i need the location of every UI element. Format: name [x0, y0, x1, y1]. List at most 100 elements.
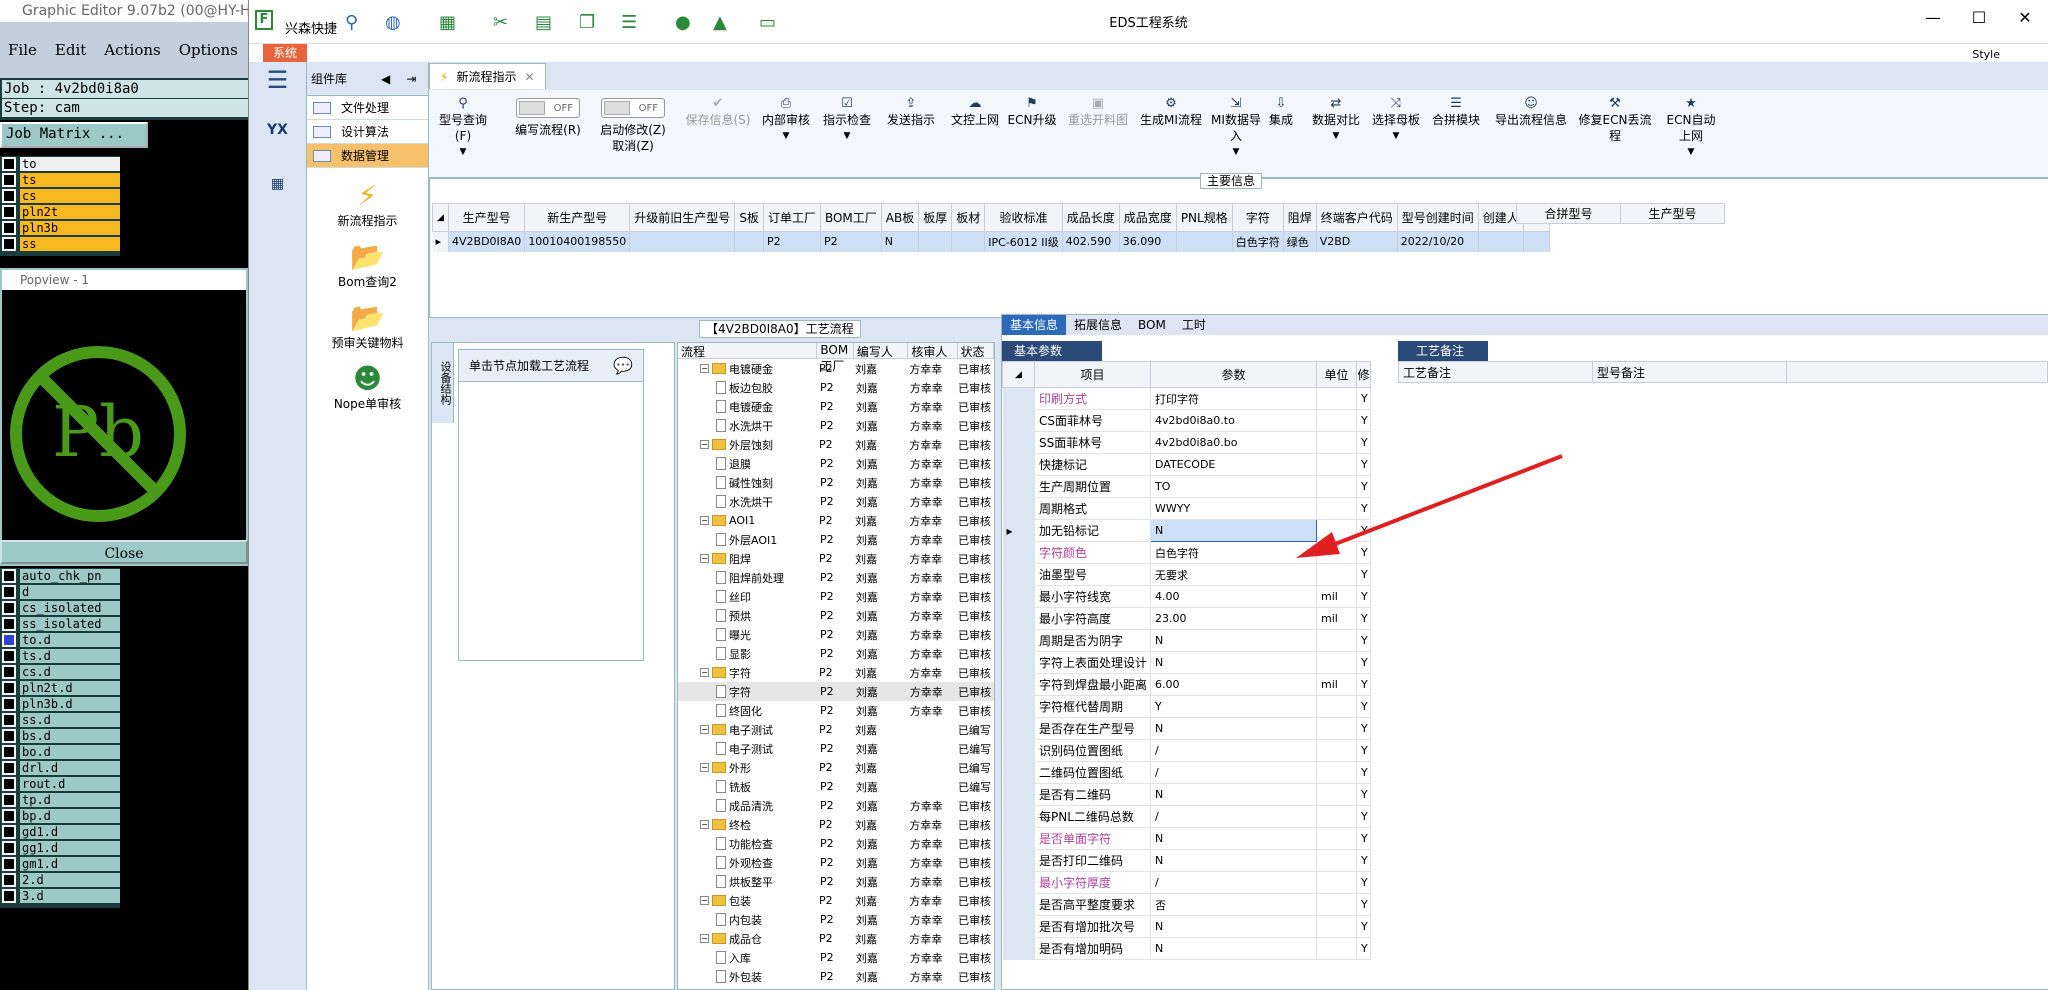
- column-header[interactable]: 字符: [1231, 203, 1284, 232]
- tree-row[interactable]: 阻焊前处理 P2 刘嘉 方幸幸 已审核: [678, 568, 994, 587]
- param-value[interactable]: N: [1150, 827, 1317, 850]
- column-header[interactable]: 项目: [1034, 361, 1151, 388]
- tree-row[interactable]: 字符 P2 刘嘉 方幸幸 已审核: [678, 682, 994, 701]
- tree-row[interactable]: 外包装 P2 刘嘉 方幸幸 已审核: [678, 967, 994, 986]
- param-value[interactable]: N: [1150, 915, 1317, 938]
- tree-node[interactable]: 显影: [678, 646, 820, 662]
- tree-node[interactable]: − 外层蚀刻: [678, 437, 819, 453]
- column-header[interactable]: 生产型号: [447, 203, 526, 232]
- table-row[interactable]: ▸ 4V2BD0I8A0 10010400198550 P2 P2 N IPC-6012 I…: [432, 231, 1550, 252]
- param-value[interactable]: 4.00: [1150, 585, 1317, 608]
- table-cell[interactable]: [1176, 231, 1233, 252]
- table-row[interactable]: 生产周期位置 TO Y: [1002, 475, 1371, 498]
- collapse-icon[interactable]: −: [700, 725, 709, 734]
- layer-checkbox[interactable]: [2, 777, 16, 791]
- tree-node[interactable]: 外观检查: [678, 855, 820, 871]
- table-row[interactable]: 最小字符厚度 / Y: [1002, 871, 1371, 894]
- collapse-icon[interactable]: −: [700, 516, 709, 525]
- layer-row[interactable]: cs: [0, 188, 120, 204]
- param-value[interactable]: /: [1150, 871, 1317, 894]
- table-row[interactable]: 是否有增加明码 N Y: [1002, 937, 1371, 960]
- component-tool[interactable]: ⚡ 新流程指示: [307, 180, 428, 229]
- chevron-down-icon[interactable]: ▼: [433, 144, 493, 160]
- column-header[interactable]: 板厚: [918, 203, 953, 232]
- tree-row[interactable]: − 外形 P2 刘嘉 已编写: [678, 758, 994, 777]
- tree-node[interactable]: 退膜: [678, 456, 820, 472]
- toolbar-checklist-button[interactable]: ☑ 指示检查 ▼: [819, 96, 875, 144]
- maximize-button[interactable]: ☐: [1964, 8, 1994, 27]
- flow-list-item[interactable]: 单击节点加载工艺流程 💬: [459, 350, 643, 382]
- table-row[interactable]: 二维码位置图纸 / Y: [1002, 761, 1371, 784]
- component-item[interactable]: 文件处理: [307, 96, 428, 120]
- column-header[interactable]: 修: [1356, 361, 1371, 388]
- table-row[interactable]: CS面菲林号 4v2bd0i8a0.to Y: [1002, 409, 1371, 432]
- table-cell[interactable]: 4V2BD0I8A0: [448, 231, 526, 252]
- column-header[interactable]: AB板: [880, 203, 920, 232]
- table-row[interactable]: 是否打印二维码 N Y: [1002, 849, 1371, 872]
- tree-row[interactable]: 退膜 P2 刘嘉 方幸幸 已审核: [678, 454, 994, 473]
- layer-checkbox[interactable]: [2, 569, 16, 583]
- toolbar-gear-button[interactable]: ⚙ 生成MI流程: [1139, 96, 1203, 128]
- tree-node[interactable]: 终固化: [678, 703, 820, 719]
- component-item[interactable]: 设计算法: [307, 120, 428, 144]
- param-value[interactable]: 打印字符: [1150, 387, 1317, 410]
- layer-row[interactable]: bs.d: [0, 728, 120, 744]
- tree-row[interactable]: − AOI1 P2 刘嘉 方幸幸 已审核: [678, 511, 994, 530]
- job-matrix-button[interactable]: Job Matrix ...: [0, 122, 148, 148]
- tree-node[interactable]: 丝印: [678, 589, 820, 605]
- tree-row[interactable]: 成品清洗 P2 刘嘉 方幸幸 已审核: [678, 796, 994, 815]
- table-cell[interactable]: [629, 231, 736, 252]
- tree-node[interactable]: 内包装: [678, 912, 820, 928]
- param-value[interactable]: WWYY: [1150, 497, 1317, 520]
- tree-row[interactable]: 显影 P2 刘嘉 方幸幸 已审核: [678, 644, 994, 663]
- collapse-icon[interactable]: −: [700, 763, 709, 772]
- tab-bom[interactable]: BOM: [1130, 315, 1174, 335]
- table-cell[interactable]: IPC-6012 II级: [984, 231, 1063, 252]
- param-value[interactable]: /: [1150, 761, 1317, 784]
- layer-checkbox[interactable]: [2, 205, 16, 219]
- tree-node[interactable]: 碱性蚀刻: [678, 475, 820, 491]
- layer-checkbox[interactable]: [2, 157, 16, 171]
- toggle-control[interactable]: OFF 编写流程(R): [513, 96, 583, 138]
- param-value[interactable]: 白色字符: [1150, 541, 1317, 564]
- toolbar-wrench-button[interactable]: ⚒ 修复ECN丢流程: [1573, 96, 1657, 144]
- param-value[interactable]: /: [1150, 805, 1317, 828]
- tree-row[interactable]: − 电子测试 P2 刘嘉 已编写: [678, 720, 994, 739]
- layer-row[interactable]: to: [0, 156, 120, 172]
- component-tool[interactable]: ☻ Nope单审核: [307, 363, 428, 412]
- layer-row[interactable]: pln3b: [0, 220, 120, 236]
- column-header[interactable]: 升级前旧生产型号: [629, 203, 736, 232]
- calculator-icon[interactable]: ▦: [256, 162, 300, 206]
- tree-row[interactable]: 碱性蚀刻 P2 刘嘉 方幸幸 已审核: [678, 473, 994, 492]
- tree-node[interactable]: 外包装: [678, 969, 820, 985]
- chevron-down-icon[interactable]: ▼: [1661, 144, 1721, 160]
- collapse-icon[interactable]: −: [700, 554, 709, 563]
- tree-row[interactable]: 预烘 P2 刘嘉 方幸幸 已审核: [678, 606, 994, 625]
- tree-node[interactable]: − AOI1: [678, 514, 819, 527]
- column-header[interactable]: 成品宽度: [1118, 203, 1177, 232]
- tree-node[interactable]: 外层AOI1: [678, 532, 820, 548]
- tree-node[interactable]: 板边包胶: [678, 380, 820, 396]
- collapse-icon[interactable]: −: [700, 364, 709, 373]
- layer-checkbox[interactable]: [2, 761, 16, 775]
- menu-icon[interactable]: ☰: [249, 62, 306, 98]
- layer-checkbox[interactable]: [2, 633, 16, 647]
- tree-row[interactable]: 丝印 P2 刘嘉 方幸幸 已审核: [678, 587, 994, 606]
- param-value[interactable]: N: [1150, 651, 1317, 674]
- layer-row[interactable]: gg1.d: [0, 840, 120, 856]
- column-header[interactable]: 成品长度: [1061, 203, 1120, 232]
- column-header[interactable]: 参数: [1150, 361, 1317, 388]
- tree-row[interactable]: 烘板整平 P2 刘嘉 方幸幸 已审核: [678, 872, 994, 891]
- table-row[interactable]: 每PNL二维码总数 / Y: [1002, 805, 1371, 828]
- table-row[interactable]: 是否有增加批次号 N Y: [1002, 915, 1371, 938]
- param-value[interactable]: 4v2bd0i8a0.to: [1150, 409, 1317, 432]
- menu-options[interactable]: Options: [179, 41, 238, 59]
- toolbar-check-button[interactable]: ✔ 保存信息(S): [683, 96, 753, 128]
- layer-checkbox[interactable]: [2, 793, 16, 807]
- layer-checkbox[interactable]: [2, 681, 16, 695]
- toggle-control[interactable]: OFF 启动修改(Z) 取消(Z): [593, 96, 673, 154]
- column-header[interactable]: 生产型号: [1620, 203, 1725, 224]
- tree-row[interactable]: 电子测试 P2 刘嘉 已编写: [678, 739, 994, 758]
- param-value[interactable]: 6.00: [1150, 673, 1317, 696]
- tree-node[interactable]: 字符: [678, 684, 820, 700]
